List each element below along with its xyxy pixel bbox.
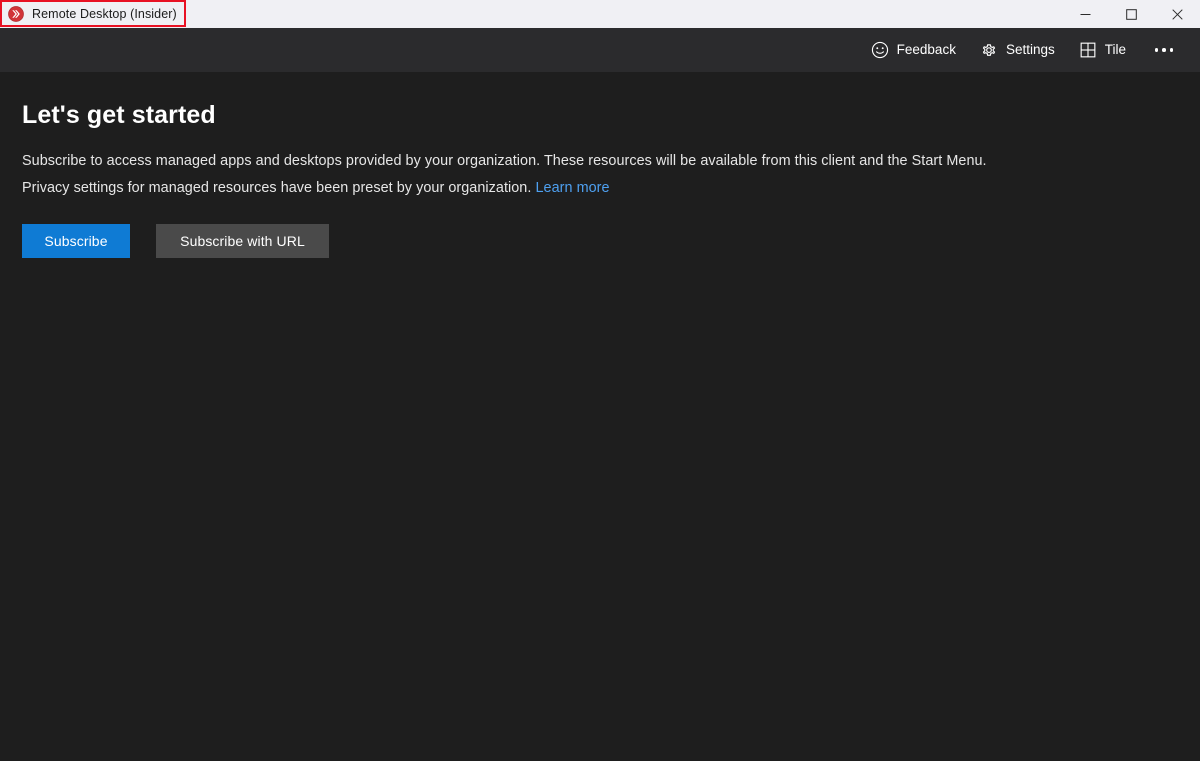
close-button[interactable] [1154, 0, 1200, 28]
maximize-button[interactable] [1108, 0, 1154, 28]
more-options-button[interactable] [1142, 34, 1186, 66]
ellipsis-icon [1162, 48, 1166, 52]
feedback-label: Feedback [896, 42, 956, 58]
window-controls [1062, 0, 1200, 28]
ellipsis-icon [1154, 48, 1159, 52]
privacy-paragraph: Privacy settings for managed resources h… [22, 177, 1178, 199]
remote-desktop-icon [8, 6, 24, 22]
tile-grid-icon [1079, 41, 1097, 59]
learn-more-link[interactable]: Learn more [535, 180, 609, 196]
smiley-face-icon [871, 41, 889, 59]
title-bar: Remote Desktop (Insider) [0, 0, 1200, 28]
title-bar-left: Remote Desktop (Insider) [0, 0, 177, 28]
feedback-button[interactable]: Feedback [859, 34, 968, 66]
tile-view-button[interactable]: Tile [1067, 34, 1138, 66]
subscribe-with-url-button[interactable]: Subscribe with URL [156, 223, 329, 258]
main-content: Let's get started Subscribe to access ma… [0, 72, 1200, 761]
gear-icon [980, 41, 998, 59]
description-paragraph: Subscribe to access managed apps and des… [22, 153, 987, 169]
subscribe-button[interactable]: Subscribe [22, 223, 130, 258]
app-toolbar: Feedback Settings Tile [0, 28, 1200, 72]
privacy-text: Privacy settings for managed resources h… [22, 180, 532, 197]
action-button-row: Subscribe Subscribe with URL [22, 223, 1178, 258]
window-title: Remote Desktop (Insider) [32, 6, 177, 21]
ellipsis-icon [1169, 48, 1174, 52]
settings-label: Settings [1005, 42, 1055, 58]
minimize-button[interactable] [1062, 0, 1108, 28]
settings-button[interactable]: Settings [968, 34, 1067, 66]
remote-desktop-window: Remote Desktop (Insider) Feedback Settin… [0, 0, 1200, 761]
page-title: Let's get started [22, 101, 216, 129]
tile-label: Tile [1104, 42, 1126, 58]
